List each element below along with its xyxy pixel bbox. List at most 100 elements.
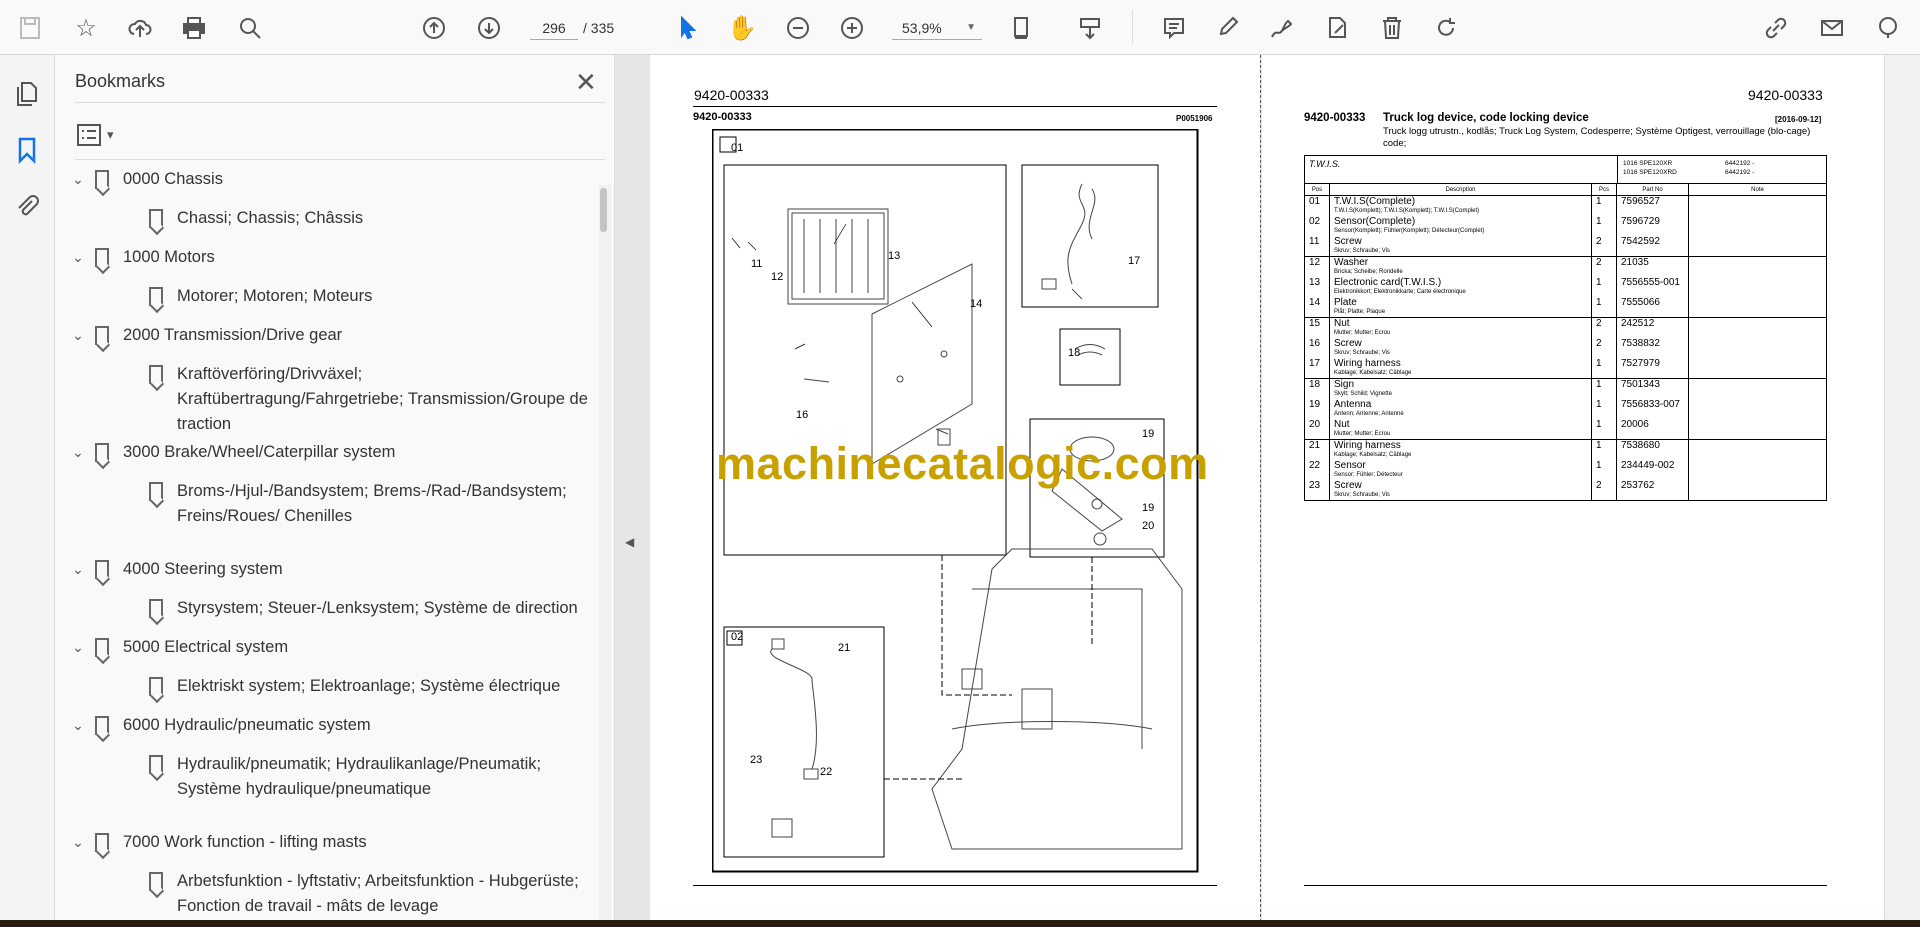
chevron-down-icon[interactable]: ⌄	[69, 830, 87, 855]
bookmark-label: 7000 Work function - lifting masts	[123, 833, 367, 851]
next-page-icon[interactable]	[473, 12, 505, 44]
zoom-out-icon[interactable]	[782, 12, 814, 44]
callout-13: 13	[888, 250, 901, 262]
chevron-down-icon: ▾	[107, 127, 114, 142]
page-thumbnails-icon[interactable]	[12, 79, 42, 109]
bookmark-section[interactable]: ⌄ 6000 Hydraulic/pneumatic system	[55, 713, 585, 738]
divider	[75, 159, 605, 160]
translation: Sensor(Komplett); Fühler(Komplett); Déte…	[1334, 228, 1485, 234]
hand-icon[interactable]: ✋	[726, 12, 758, 44]
bookmark-item[interactable]: Arbetsfunktion - lyftstativ; Arbeitsfunk…	[119, 869, 589, 919]
pos-cell: 20	[1304, 419, 1330, 440]
exploded-parts-drawing	[712, 129, 1199, 873]
description: Nut	[1334, 318, 1350, 329]
chevron-down-icon[interactable]: ⌄	[69, 167, 87, 192]
page-number-input[interactable]: 296	[530, 16, 578, 40]
pos-cell: 11	[1304, 236, 1330, 257]
pcs-cell: 1	[1591, 195, 1617, 216]
bookmark-icon	[95, 638, 109, 657]
chevron-down-icon[interactable]: ⌄	[69, 713, 87, 738]
table-row: 12 Washer Bricka; Scheibe; Rondelle 2 21035	[1304, 256, 1827, 277]
delete-icon[interactable]	[1376, 12, 1408, 44]
comment-icon[interactable]	[1158, 12, 1190, 44]
collapse-left-icon[interactable]: ◀	[625, 535, 634, 549]
left-page-header: 9420-00333	[694, 87, 769, 103]
panel-scrollbar[interactable]	[599, 185, 611, 925]
bookmark-icon	[149, 677, 163, 696]
translation: Mutter; Mutter; Ecrou	[1334, 330, 1391, 336]
description-cell: Sign Skylt; Schild; Vignette	[1329, 378, 1592, 399]
upload-icon[interactable]	[124, 12, 156, 44]
description-cell: Wiring harness Kablage; Kabelsatz; Câblag…	[1329, 439, 1592, 460]
zoom-in-icon[interactable]	[836, 12, 868, 44]
rotate-icon[interactable]	[1430, 12, 1462, 44]
star-icon[interactable]: ☆	[70, 12, 102, 44]
pos-cell: 18	[1304, 378, 1330, 399]
help-icon[interactable]	[1872, 12, 1904, 44]
callout-20: 20	[1142, 520, 1155, 532]
email-icon[interactable]	[1816, 12, 1848, 44]
sign-icon[interactable]	[1266, 12, 1298, 44]
bookmark-item[interactable]: Kraftöverföring/Drivväxel; Kraftübertrag…	[119, 362, 589, 437]
translation: Plåt; Platte; Plaque	[1334, 309, 1386, 315]
description-cell: Antenna Antenn; Antenne; Antenne	[1329, 399, 1592, 419]
panel-scrollbar-thumb[interactable]	[600, 188, 607, 232]
zoom-search-icon[interactable]	[234, 12, 266, 44]
bookmark-section[interactable]: ⌄ 2000 Transmission/Drive gear	[55, 323, 585, 348]
bookmark-label: 5000 Electrical system	[123, 638, 289, 656]
description-cell: Screw Skruv; Schraube; Vis	[1329, 236, 1592, 257]
part-no-cell: 21035	[1616, 256, 1689, 277]
bookmark-section[interactable]: ⌄ 4000 Steering system	[55, 557, 585, 582]
bookmark-section[interactable]: ⌄ 3000 Brake/Wheel/Caterpillar system	[55, 440, 585, 465]
chevron-down-icon[interactable]: ⌄	[69, 440, 87, 465]
chevron-down-icon[interactable]: ⌄	[69, 323, 87, 348]
bookmark-section[interactable]: ⌄ 0000 Chassis	[55, 167, 585, 192]
close-icon[interactable]: ✕	[575, 67, 597, 98]
bookmark-item[interactable]: Motorer; Motoren; Moteurs	[119, 284, 589, 309]
attachments-icon[interactable]	[12, 191, 42, 221]
chevron-down-icon[interactable]: ⌄	[69, 557, 87, 582]
parts-table: Pos Description Pcs Part No Note 01 T.W.I…	[1304, 183, 1827, 501]
zoom-level-select[interactable]: 53,9% ▼	[892, 16, 982, 40]
table-row: 18 Sign Skylt; Schild; Vignette 1 7501343	[1304, 378, 1827, 399]
print-icon[interactable]	[178, 12, 210, 44]
pcs-cell: 1	[1591, 419, 1617, 440]
edit-pdf-icon[interactable]	[1322, 12, 1354, 44]
pos-cell: 01	[1304, 195, 1330, 216]
description: Washer	[1334, 257, 1369, 268]
bookmark-item[interactable]: Styrsystem; Steuer-/Lenksystem; Système …	[119, 596, 589, 621]
right-tools-pane-toggle[interactable]	[1884, 55, 1920, 927]
bookmarks-icon[interactable]	[12, 135, 42, 165]
prev-page-icon[interactable]	[418, 12, 450, 44]
zoom-value: 53,9%	[902, 20, 942, 36]
chevron-down-icon[interactable]: ⌄	[69, 245, 87, 270]
bookmark-section[interactable]: ⌄ 5000 Electrical system	[55, 635, 585, 660]
fit-page-icon[interactable]	[1006, 12, 1038, 44]
bookmark-icon	[149, 755, 163, 774]
bookmark-item[interactable]: Chassi; Chassis; Châssis	[119, 206, 589, 231]
bookmark-item[interactable]: Broms-/Hjul-/Bandsystem; Brems-/Rad-/Ban…	[119, 479, 589, 529]
bookmark-options-button[interactable]: ▾	[77, 120, 123, 150]
bookmark-label: Styrsystem; Steuer-/Lenksystem; Système …	[177, 599, 578, 617]
table-row: 23 Screw Skruv; Schraube; Vis 2 253762	[1304, 480, 1827, 501]
select-arrow-icon[interactable]	[672, 12, 704, 44]
part-no-cell: 7596527	[1616, 195, 1689, 216]
section-title: Truck log device, code locking device	[1383, 112, 1589, 124]
note-cell	[1688, 378, 1827, 399]
share-link-icon[interactable]	[1760, 12, 1792, 44]
bookmark-item[interactable]: Elektriskt system; Elektroanlage; Systèm…	[119, 674, 589, 699]
translation: Kablage; Kabelsatz; Câblage	[1334, 452, 1412, 458]
chevron-down-icon[interactable]: ⌄	[69, 635, 87, 660]
save-icon[interactable]	[14, 12, 46, 44]
scroll-mode-icon[interactable]	[1074, 12, 1106, 44]
bookmark-icon	[95, 170, 109, 189]
part-no-cell: 242512	[1616, 317, 1689, 338]
bookmark-item[interactable]: Hydraulik/pneumatik; Hydraulikanlage/Pne…	[119, 752, 589, 802]
translation: Skruv; Schraube; Vis	[1334, 248, 1390, 254]
highlight-icon[interactable]	[1212, 12, 1244, 44]
pcs-cell: 2	[1591, 236, 1617, 257]
divider	[75, 102, 605, 103]
bookmark-section[interactable]: ⌄ 1000 Motors	[55, 245, 585, 270]
bookmark-section[interactable]: ⌄ 7000 Work function - lifting masts	[55, 830, 585, 855]
callout-11: 11	[751, 258, 763, 270]
